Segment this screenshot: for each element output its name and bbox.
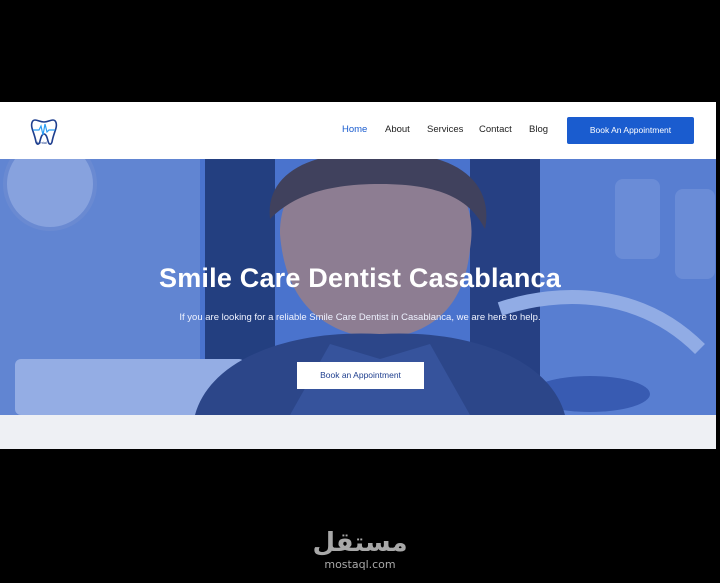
book-appointment-hero-button[interactable]: Book an Appointment bbox=[297, 362, 424, 389]
hero-title: Smile Care Dentist Casablanca bbox=[159, 263, 561, 293]
website-screenshot: dental Home About Services Contact Blog … bbox=[0, 102, 716, 449]
nav-home[interactable]: Home bbox=[342, 124, 367, 135]
site-header: dental Home About Services Contact Blog … bbox=[0, 102, 716, 159]
hero-section: Smile Care Dentist Casablanca If you are… bbox=[0, 159, 716, 415]
book-appointment-header-button[interactable]: Book An Appointment bbox=[567, 117, 694, 144]
logo-text: dental bbox=[36, 140, 47, 145]
section-divider bbox=[0, 415, 716, 449]
nav-about[interactable]: About bbox=[385, 124, 410, 135]
hero-subtitle: If you are looking for a reliable Smile … bbox=[179, 312, 541, 323]
nav-services[interactable]: Services bbox=[427, 124, 463, 135]
nav-contact[interactable]: Contact bbox=[479, 124, 512, 135]
nav-blog[interactable]: Blog bbox=[529, 124, 548, 135]
watermark-latin: mostaql.com bbox=[324, 558, 396, 571]
watermark-arabic: مستقل bbox=[312, 528, 408, 558]
